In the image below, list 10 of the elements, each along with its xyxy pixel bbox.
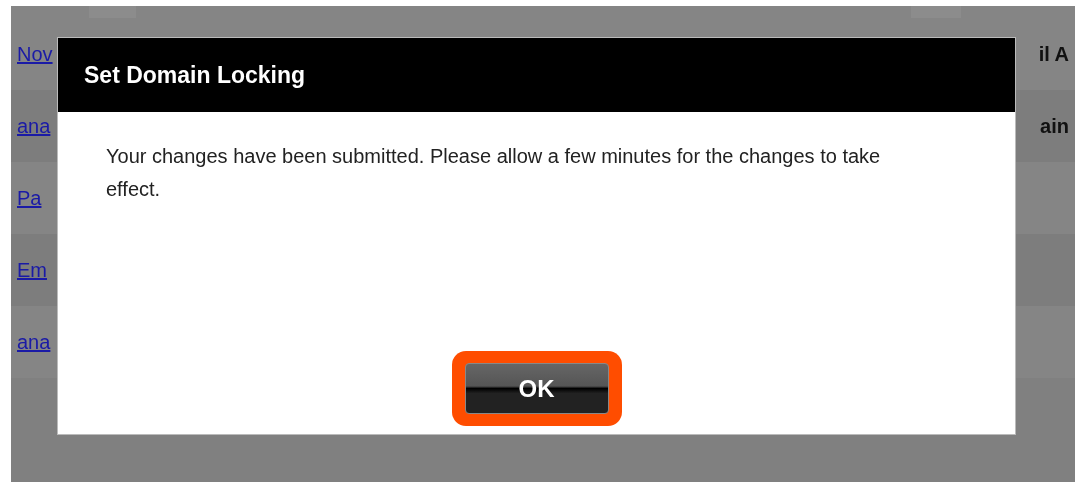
page-link[interactable]: Nov [17, 42, 53, 66]
ok-button[interactable]: OK [464, 363, 609, 414]
page-link[interactable]: Em [17, 258, 47, 282]
column-heading: ain [1040, 114, 1069, 138]
page-link[interactable]: ana [17, 330, 51, 354]
page-link[interactable]: ana [17, 114, 51, 138]
column-heading: il A [1038, 42, 1069, 66]
dialog-message: Your changes have been submitted. Please allow a few minutes for the changes to take effect. [106, 144, 882, 202]
dialog-title: Set Domain Locking [84, 61, 306, 89]
page-link[interactable]: Pa [17, 186, 42, 210]
